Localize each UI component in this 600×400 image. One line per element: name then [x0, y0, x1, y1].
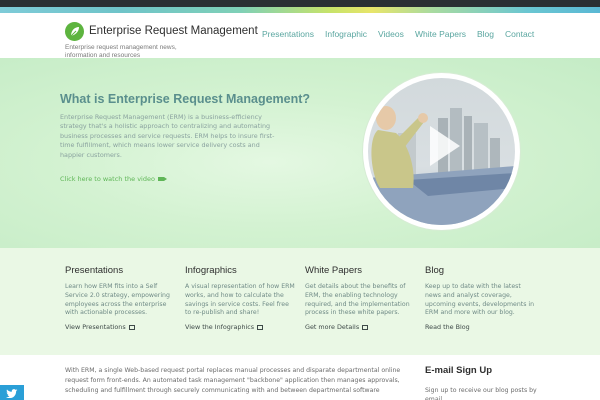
- document-icon: [362, 324, 369, 330]
- features-section: Presentations Learn how ERM fits into a …: [0, 248, 600, 355]
- video-camera-icon: [157, 177, 167, 181]
- get-details-label: Get more Details: [305, 323, 360, 331]
- twitter-share-button[interactable]: [0, 385, 24, 400]
- read-blog-label: Read the Blog: [425, 323, 470, 331]
- feature-title: White Papers: [305, 265, 363, 276]
- nav-presentations[interactable]: Presentations: [262, 29, 314, 39]
- feature-text: Learn how ERM fits into a Self Service 2…: [65, 283, 170, 317]
- view-presentations-link[interactable]: View Presentations: [65, 323, 135, 331]
- site-header: Enterprise Request Management Enterprise…: [0, 13, 600, 59]
- email-signup-text: Sign up to receive our blog posts by ema…: [425, 387, 537, 400]
- view-presentations-label: View Presentations: [65, 323, 126, 331]
- leaf-logo-icon[interactable]: [65, 22, 84, 41]
- video-frame: [368, 78, 515, 225]
- hero-section: What is Enterprise Request Management? E…: [0, 58, 600, 248]
- top-gradient-bar: [0, 0, 600, 13]
- site-title[interactable]: Enterprise Request Management: [89, 25, 258, 37]
- video-illustration: [368, 106, 515, 225]
- erm-description: With ERM, a single Web-based request por…: [65, 367, 401, 394]
- nav-contact[interactable]: Contact: [505, 29, 534, 39]
- twitter-bird-icon: [6, 389, 18, 398]
- view-infographics-link[interactable]: View the Infographics: [185, 323, 264, 331]
- slides-icon: [128, 324, 135, 330]
- nav-white-papers[interactable]: White Papers: [415, 29, 466, 39]
- view-infographics-label: View the Infographics: [185, 323, 255, 331]
- feature-text: A visual representation of how ERM works…: [185, 283, 295, 317]
- feature-text: Keep up to date with the latest news and…: [425, 283, 535, 317]
- nav-videos[interactable]: Videos: [378, 29, 404, 39]
- person-head: [376, 106, 396, 130]
- watch-video-label: Click here to watch the video: [60, 175, 155, 183]
- feature-title: Infographics: [185, 265, 237, 276]
- email-signup-title: E-mail Sign Up: [425, 365, 493, 376]
- skyline-building: [464, 116, 472, 178]
- watch-video-link[interactable]: Click here to watch the video: [60, 175, 167, 183]
- image-icon: [257, 324, 264, 330]
- video-thumbnail[interactable]: [363, 73, 520, 230]
- hero-description: Enterprise Request Management (ERM) is a…: [60, 113, 275, 159]
- read-blog-link[interactable]: Read the Blog: [425, 323, 470, 331]
- feature-title: Presentations: [65, 265, 124, 276]
- get-details-link[interactable]: Get more Details: [305, 323, 369, 331]
- nav-infographic[interactable]: Infographic: [325, 29, 367, 39]
- feature-text: Get details about the benefits of ERM, t…: [305, 283, 410, 317]
- nav-blog[interactable]: Blog: [477, 29, 494, 39]
- person-hand: [418, 113, 428, 123]
- feature-title: Blog: [425, 265, 445, 276]
- hero-title: What is Enterprise Request Management?: [60, 92, 311, 106]
- bottom-section: With ERM, a single Web-based request por…: [0, 355, 600, 400]
